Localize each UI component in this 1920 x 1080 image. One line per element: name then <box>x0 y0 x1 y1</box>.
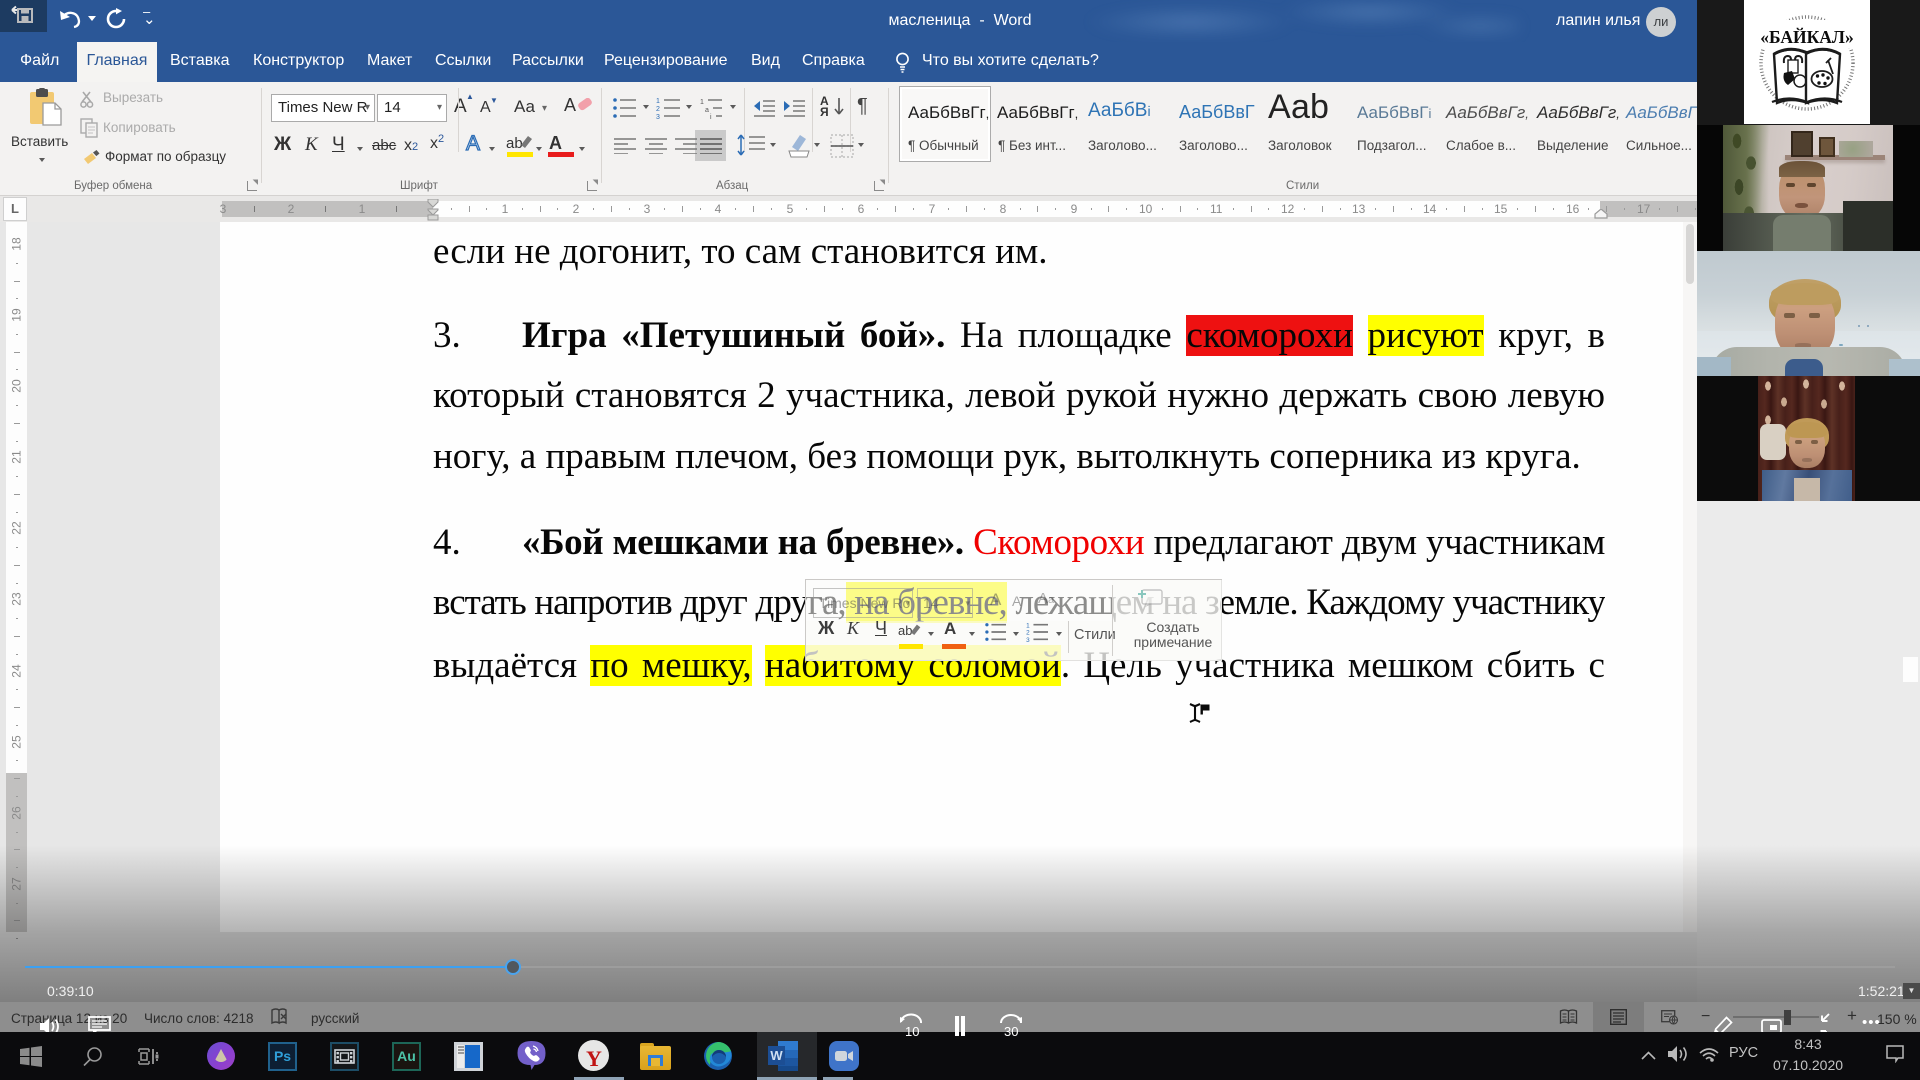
svg-text:3: 3 <box>1026 637 1030 642</box>
svg-text:1: 1 <box>700 99 704 106</box>
svg-text:10: 10 <box>905 1024 919 1038</box>
svg-text:2: 2 <box>656 106 660 113</box>
svg-text:1: 1 <box>1026 622 1030 629</box>
svg-text:a: a <box>705 107 709 114</box>
svg-text:1: 1 <box>656 98 660 105</box>
svg-text:i: i <box>710 114 712 119</box>
svg-text:«БАЙКАЛ»: «БАЙКАЛ» <box>1760 27 1853 47</box>
svg-text:3: 3 <box>656 114 660 119</box>
svg-text:2: 2 <box>1026 630 1030 637</box>
svg-text:30: 30 <box>1004 1024 1018 1038</box>
